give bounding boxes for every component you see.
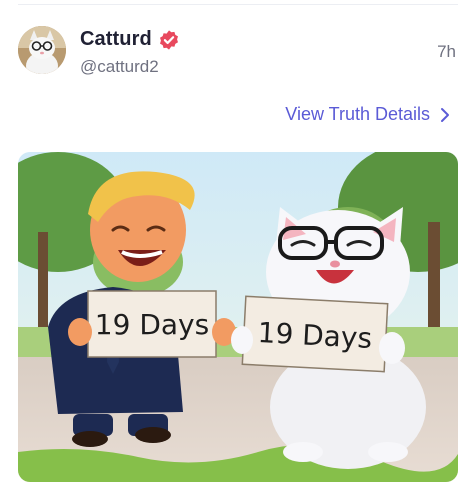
sign-right: 19 Days — [231, 295, 405, 373]
author-avatar[interactable] — [18, 26, 66, 74]
view-truth-details-label: View Truth Details — [285, 104, 430, 124]
top-divider — [18, 4, 458, 5]
sign-left: 19 Days — [68, 290, 236, 358]
post-image[interactable]: 19 Days 19 Days — [18, 152, 458, 482]
cartoon-scene-image: 19 Days 19 Days — [18, 152, 458, 482]
author-name-row: Catturd — [80, 28, 180, 51]
post-timestamp: 7h — [437, 42, 456, 61]
sign-left-text: 19 Days — [95, 308, 209, 341]
sign-right-text: 19 Days — [257, 316, 373, 355]
cat-avatar-icon — [18, 26, 66, 74]
view-truth-details-link[interactable]: View Truth Details — [285, 104, 450, 125]
verified-badge-icon — [159, 29, 178, 50]
post-header: Catturd @catturd2 7h — [18, 24, 458, 80]
author-info: Catturd @catturd2 — [80, 28, 180, 77]
chevron-right-icon — [441, 107, 449, 122]
author-name[interactable]: Catturd — [80, 28, 152, 51]
author-handle[interactable]: @catturd2 — [80, 57, 180, 77]
